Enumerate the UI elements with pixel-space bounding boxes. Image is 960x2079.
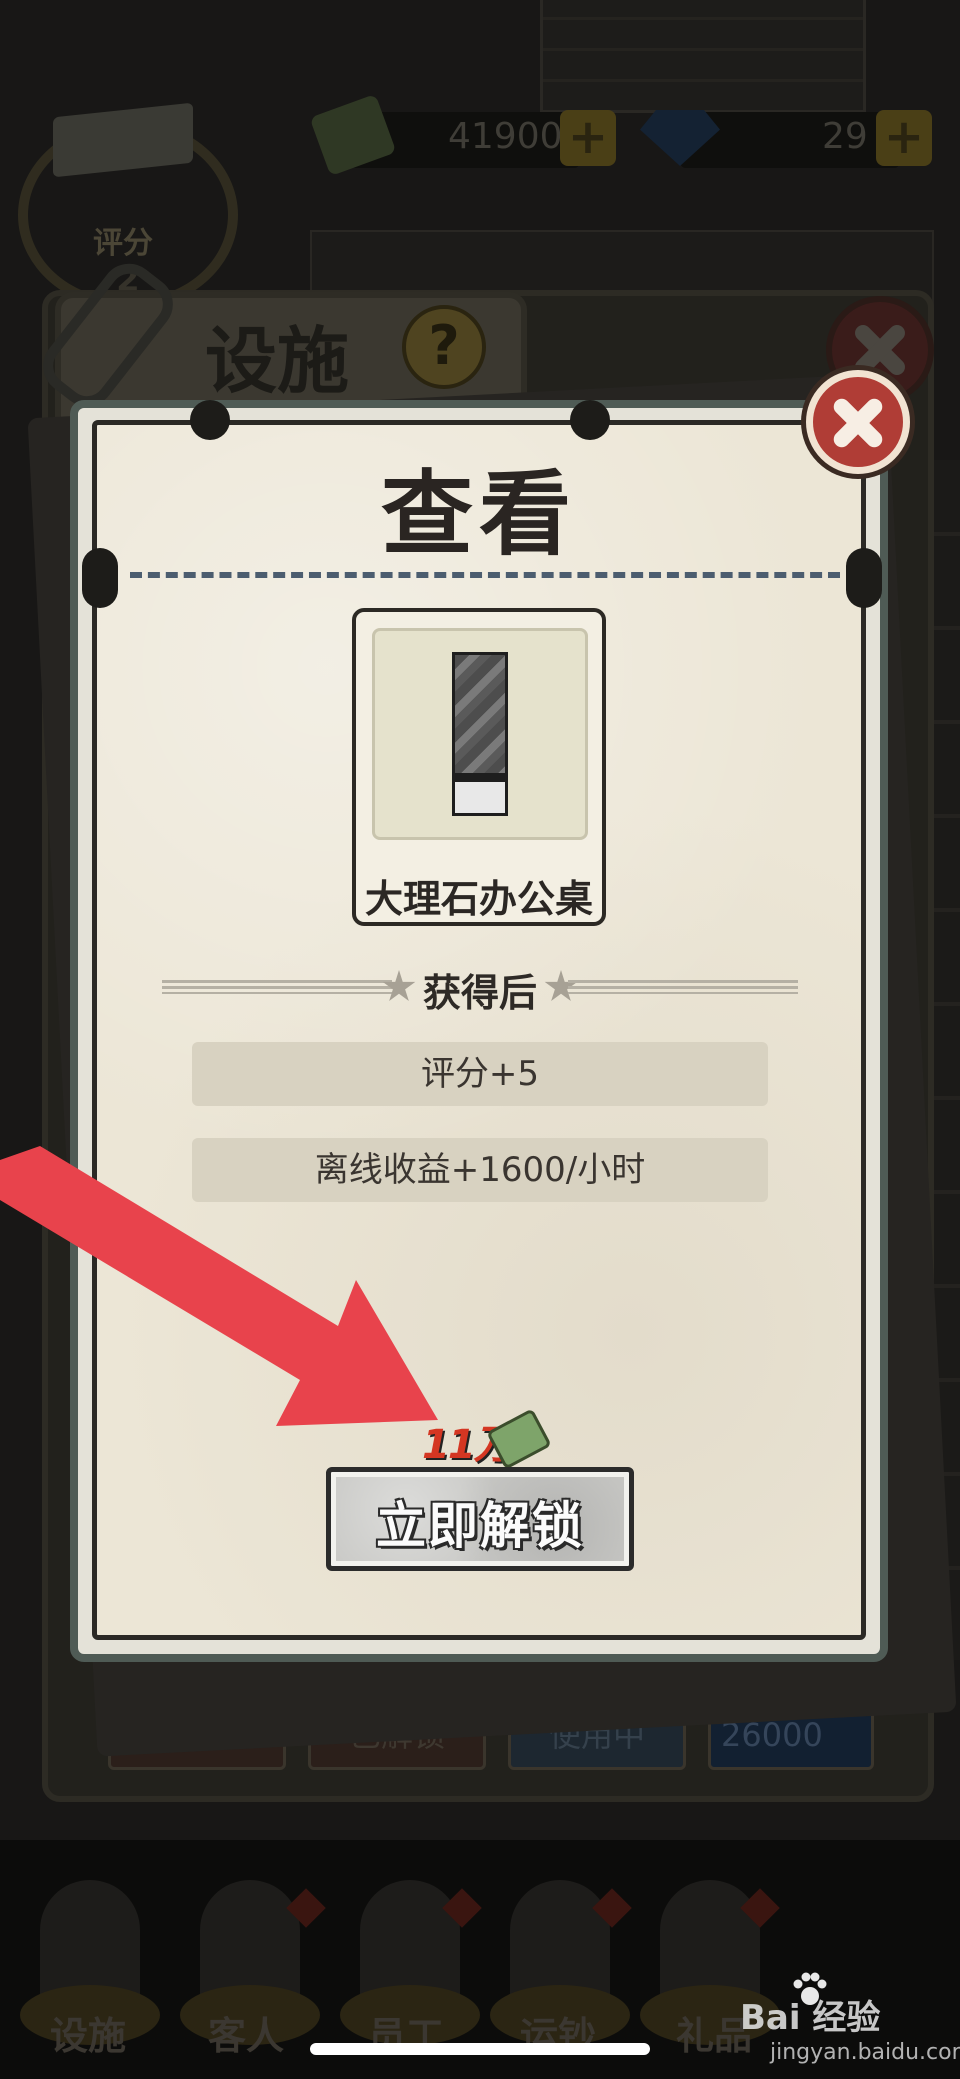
section-title: 获得后 (422, 971, 537, 1015)
title-divider (130, 572, 840, 578)
section-divider-right (568, 980, 798, 994)
help-icon[interactable]: ? (402, 305, 486, 389)
paper-notch (190, 400, 230, 440)
add-gem-button[interactable]: + (876, 110, 932, 166)
item-name: 大理石办公桌 (364, 877, 593, 921)
add-money-button[interactable]: + (560, 110, 616, 166)
rating-badge[interactable]: 评分 2 (18, 100, 238, 310)
arrow-shape (0, 1146, 438, 1426)
watermark-url: jingyan.baidu.com (770, 2040, 960, 2065)
paper-notch (570, 400, 610, 440)
gem-value: 29 (822, 116, 868, 157)
section-divider-left (162, 980, 392, 994)
money-value: 41900 (448, 116, 563, 157)
unlock-now-label[interactable]: 立即解锁 (326, 1486, 634, 1558)
nav-item-facility[interactable]: 设施 (50, 2005, 126, 2060)
background-building (540, 0, 866, 113)
dialog-title: 查看 (380, 461, 577, 568)
watermark-brand: Bai 经验 (740, 1998, 881, 2038)
annotation-arrow-icon (0, 1146, 438, 1426)
marble-desk-icon (452, 652, 508, 776)
nav-item-guests[interactable]: 客人 (208, 2005, 284, 2060)
home-indicator[interactable] (310, 2043, 650, 2055)
marble-desk-icon (452, 782, 508, 816)
rating-label: 评分 (93, 226, 153, 261)
facility-title: 设施 (205, 319, 350, 403)
close-icon[interactable] (806, 370, 910, 474)
effect-rating: 评分+5 (192, 1042, 768, 1106)
